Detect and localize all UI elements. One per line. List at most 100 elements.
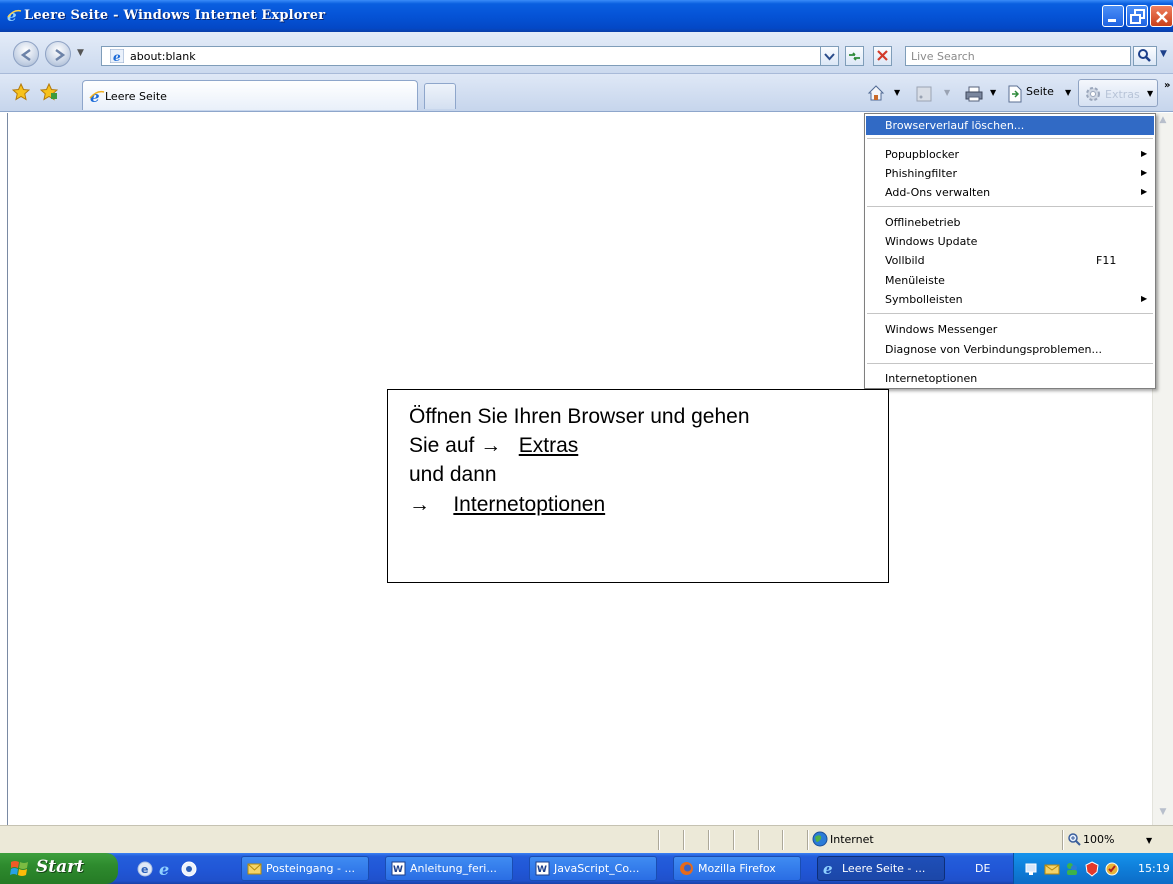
back-button[interactable]	[13, 41, 39, 67]
chevron-down-icon	[824, 53, 835, 61]
menu-item-internetoptionen[interactable]: Internetoptionen	[866, 369, 1154, 388]
search-input[interactable]: Live Search	[905, 46, 1131, 66]
menu-item-add-ons-verwalten[interactable]: Add-Ons verwalten ▶	[866, 183, 1154, 202]
security-tray-icon[interactable]	[1104, 861, 1120, 877]
status-separator	[1062, 830, 1063, 850]
ie-tab-icon: e	[89, 88, 105, 104]
print-dropdown-icon[interactable]: ▼	[990, 88, 996, 108]
scroll-down-icon[interactable]: ▼	[1155, 807, 1171, 823]
status-bar: Internet 100% ▼	[0, 825, 1173, 853]
start-button[interactable]: Start	[0, 853, 118, 884]
menu-separator	[867, 206, 1153, 207]
search-placeholder: Live Search	[911, 50, 975, 63]
refresh-button[interactable]	[845, 46, 864, 66]
status-separator	[807, 830, 808, 850]
home-icon[interactable]	[866, 83, 886, 103]
feeds-icon[interactable]	[916, 86, 932, 102]
new-tab-button[interactable]	[424, 83, 456, 109]
page-dropdown-icon[interactable]: ▼	[1065, 88, 1071, 108]
maximize-button[interactable]	[1126, 5, 1148, 27]
network-tray-icon[interactable]	[1024, 861, 1040, 877]
tab-leere-seite[interactable]: e Leere Seite	[82, 80, 418, 110]
print-icon[interactable]	[965, 85, 983, 103]
title-bar[interactable]: e Leere Seite - Windows Internet Explore…	[0, 0, 1173, 32]
menu-item-phishingfilter[interactable]: Phishingfilter ▶	[866, 164, 1154, 183]
tab-label: Leere Seite	[105, 90, 167, 103]
callout-line-2: Sie auf → Extras	[409, 431, 578, 460]
language-indicator[interactable]: DE	[975, 862, 990, 875]
quicklaunch-ie-icon[interactable]: e	[158, 860, 176, 878]
menu-shortcut: F11	[1096, 254, 1117, 267]
recent-pages-dropdown-icon[interactable]: ▼	[77, 48, 84, 58]
forward-button[interactable]	[45, 41, 71, 67]
forward-arrow-icon	[55, 48, 66, 62]
antivirus-tray-icon[interactable]	[1084, 861, 1100, 877]
stop-button[interactable]	[873, 46, 892, 66]
quicklaunch-media-icon[interactable]	[180, 860, 198, 878]
extras-dropdown-menu: Browserverlauf löschen... Popupblocker ▶…	[864, 113, 1156, 389]
callout-line-4-prefix: →	[409, 493, 430, 516]
callout-line-3: und dann	[409, 463, 497, 486]
restore-icon	[1130, 9, 1145, 24]
internet-globe-icon	[812, 831, 828, 847]
menu-item-popupblocker[interactable]: Popupblocker ▶	[866, 145, 1154, 164]
mail-tray-icon[interactable]	[1044, 861, 1060, 877]
clock[interactable]: 15:19	[1138, 862, 1170, 875]
menu-separator	[867, 138, 1153, 139]
status-separator	[782, 830, 783, 850]
svg-text:e: e	[159, 860, 169, 878]
close-window-button[interactable]	[1150, 5, 1173, 27]
svg-text:e: e	[141, 863, 148, 876]
firefox-icon	[680, 862, 693, 875]
address-dropdown-button[interactable]	[820, 46, 839, 66]
instruction-callout: Öffnen Sie Ihren Browser und gehen Sie a…	[387, 389, 889, 583]
system-tray: 15:19	[1013, 853, 1173, 884]
callout-extras-link: Extras	[518, 434, 579, 457]
menu-item-diagnose[interactable]: Diagnose von Verbindungsproblemen...	[866, 340, 1154, 359]
zoom-level[interactable]: 100%	[1083, 833, 1114, 846]
menu-item-browserverlauf-loeschen[interactable]: Browserverlauf löschen...	[866, 116, 1154, 135]
taskbar: Start e e Posteingang - ... W Anleitung_…	[0, 853, 1173, 884]
callout-line-1: Öffnen Sie Ihren Browser und gehen	[409, 405, 750, 428]
search-button[interactable]	[1133, 46, 1157, 66]
add-favorite-icon[interactable]	[40, 83, 58, 101]
favorites-star-icon[interactable]	[12, 83, 30, 101]
address-input[interactable]: e about:blank	[101, 46, 834, 66]
page-menu-label[interactable]: Seite	[1026, 85, 1054, 105]
quicklaunch-desktop-icon[interactable]: e	[136, 860, 154, 878]
search-icon	[1138, 49, 1151, 62]
scroll-up-icon[interactable]: ▲	[1155, 115, 1171, 131]
menu-item-vollbild[interactable]: Vollbild F11	[866, 251, 1154, 270]
menu-item-windows-update[interactable]: Windows Update	[866, 232, 1154, 251]
taskbar-item-anleitung[interactable]: W Anleitung_feri...	[385, 856, 513, 881]
menu-item-symbolleisten[interactable]: Symbolleisten ▶	[866, 290, 1154, 309]
menu-item-menueleiste[interactable]: Menüleiste	[866, 271, 1154, 290]
svg-text:e: e	[823, 861, 833, 876]
extras-menu-button[interactable]: Extras ▼	[1078, 79, 1158, 107]
taskbar-item-firefox[interactable]: Mozilla Firefox	[673, 856, 801, 881]
minimize-button[interactable]	[1102, 5, 1124, 27]
security-zone-label[interactable]: Internet	[830, 833, 874, 846]
gear-icon	[1086, 87, 1100, 101]
toolbar-overflow-chevron-icon[interactable]: »	[1164, 80, 1170, 91]
address-url: about:blank	[130, 50, 196, 63]
search-options-dropdown-icon[interactable]: ▼	[1160, 49, 1167, 59]
feeds-dropdown-icon[interactable]: ▼	[944, 88, 950, 108]
back-arrow-icon	[20, 48, 31, 62]
stop-icon	[877, 50, 888, 61]
home-dropdown-icon[interactable]: ▼	[894, 88, 900, 108]
menu-item-windows-messenger[interactable]: Windows Messenger	[866, 320, 1154, 339]
word-icon: W	[535, 861, 550, 876]
messenger-tray-icon[interactable]	[1064, 861, 1080, 877]
status-separator	[758, 830, 759, 850]
taskbar-item-leere-seite[interactable]: e Leere Seite - ...	[817, 856, 945, 881]
zoom-dropdown-icon[interactable]: ▼	[1146, 836, 1152, 845]
menu-item-offlinebetrieb[interactable]: Offlinebetrieb	[866, 213, 1154, 232]
window-title: Leere Seite - Windows Internet Explorer	[24, 8, 326, 23]
page-icon[interactable]	[1007, 85, 1023, 103]
submenu-arrow-icon: ▶	[1141, 149, 1148, 158]
taskbar-item-javascript[interactable]: W JavaScript_Co...	[529, 856, 657, 881]
status-separator	[683, 830, 684, 850]
taskbar-item-posteingang[interactable]: Posteingang - ...	[241, 856, 369, 881]
status-separator	[733, 830, 734, 850]
